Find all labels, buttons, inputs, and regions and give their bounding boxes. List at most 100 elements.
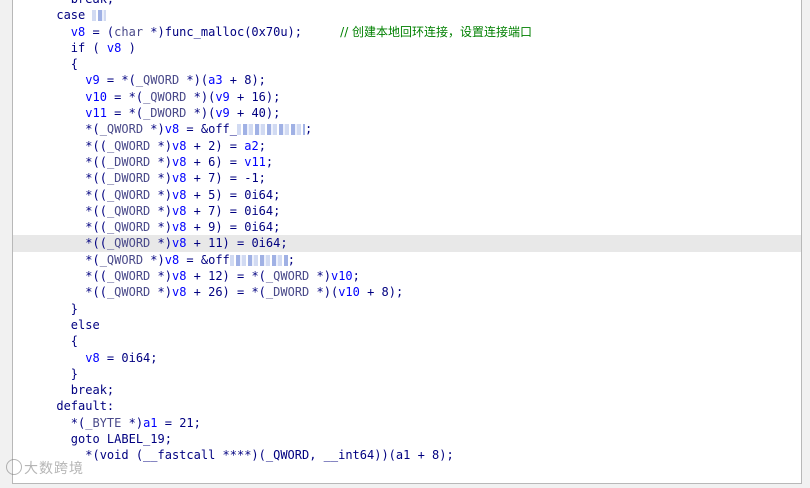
code-line[interactable]: default:: [13, 398, 801, 414]
pseudocode-view[interactable]: break; case v8 = (char *)func_malloc(0x7…: [12, 0, 802, 484]
code-variable: a2: [244, 138, 259, 153]
code-line[interactable]: *((_QWORD *)v8 + 2) = a2;: [13, 138, 801, 154]
code-token: {: [70, 57, 79, 72]
code-line[interactable]: v10 = *(_QWORD *)(v9 + 16);: [13, 89, 801, 105]
code-token: *((: [85, 154, 107, 169]
code-token: *(: [70, 415, 86, 430]
code-token: *((: [85, 203, 107, 218]
code-line[interactable]: *(_BYTE *)a1 = 21;: [13, 415, 801, 431]
code-token: _DWORD: [106, 154, 151, 169]
code-token: break;: [70, 383, 115, 398]
code-token: + 2) =: [186, 138, 245, 153]
code-line-highlighted[interactable]: *((_QWORD *)v8 + 11) = 0i64;: [13, 235, 801, 252]
code-line[interactable]: break;: [13, 0, 801, 7]
code-line[interactable]: v9 = *(_QWORD *)(a3 + 8);: [13, 72, 801, 88]
code-line[interactable]: v8 = 0i64;: [13, 350, 801, 366]
code-line[interactable]: *((_DWORD *)v8 + 7) = -1;: [13, 170, 801, 186]
code-variable: v9: [215, 89, 230, 104]
code-token: = *(: [99, 73, 136, 88]
code-variable: v8: [164, 122, 180, 137]
code-token: + 12) = *(: [186, 269, 266, 284]
code-line[interactable]: *((_QWORD *)v8 + 26) = *(_DWORD *)(v10 +…: [13, 284, 801, 300]
redacted-symbol: [229, 254, 288, 266]
code-line[interactable]: }: [13, 301, 801, 317]
code-token: *): [143, 122, 165, 137]
code-token: *): [150, 220, 172, 235]
code-token: = *(: [106, 106, 144, 121]
code-token: *((: [85, 220, 107, 235]
code-token: ;: [305, 122, 313, 137]
code-token: + 5) = 0i64;: [186, 187, 281, 202]
code-token: *): [150, 203, 172, 218]
code-token: _QWORD: [99, 252, 144, 267]
code-token: *): [150, 138, 172, 153]
code-variable: v8: [70, 24, 86, 39]
code-variable: v11: [244, 154, 266, 169]
code-token: _DWORD: [265, 285, 310, 300]
code-token: default:: [56, 399, 115, 414]
code-comment: // 创建本地回环连接，设置连接端口: [302, 24, 533, 39]
code-token: = &off_: [179, 122, 237, 137]
code-line[interactable]: *((_QWORD *)v8 + 9) = 0i64;: [13, 219, 801, 235]
screenshot-frame: break; case v8 = (char *)func_malloc(0x7…: [0, 0, 810, 488]
code-line[interactable]: {: [13, 333, 801, 349]
code-variable: v9: [215, 106, 230, 121]
code-token: _QWORD: [106, 203, 151, 218]
code-token: + 11) = 0i64;: [186, 236, 288, 251]
code-line[interactable]: break;: [13, 382, 801, 398]
code-token: _DWORD: [143, 106, 187, 121]
code-token: _QWORD: [106, 236, 151, 251]
code-line[interactable]: if ( v8 ): [13, 40, 801, 56]
code-token: = 0i64;: [99, 350, 158, 365]
code-token: _QWORD: [265, 269, 310, 284]
code-line[interactable]: v11 = *(_DWORD *)(v9 + 40);: [13, 105, 801, 121]
code-line[interactable]: *((_QWORD *)v8 + 7) = 0i64;: [13, 203, 801, 219]
code-token: *((: [85, 171, 107, 186]
code-listing: break; case v8 = (char *)func_malloc(0x7…: [13, 0, 801, 464]
code-token: *(: [85, 122, 100, 137]
code-line[interactable]: }: [13, 366, 801, 382]
code-token: + 16);: [229, 89, 281, 104]
code-token: ;: [352, 269, 360, 284]
code-variable: v8: [171, 187, 187, 202]
code-variable: v8: [171, 203, 187, 218]
code-line[interactable]: goto LABEL_19;: [13, 431, 801, 447]
code-line[interactable]: *((_DWORD *)v8 + 6) = v11;: [13, 154, 801, 170]
code-line[interactable]: v8 = (char *)func_malloc(0x70u); // 创建本地…: [13, 24, 801, 40]
code-line[interactable]: {: [13, 56, 801, 72]
code-line[interactable]: *(_QWORD *)v8 = &off;: [13, 252, 801, 268]
code-token: _QWORD: [143, 89, 187, 104]
code-token: *(: [85, 252, 100, 267]
code-line[interactable]: *((_QWORD *)v8 + 5) = 0i64;: [13, 187, 801, 203]
code-line[interactable]: else: [13, 317, 801, 333]
code-token: ): [121, 40, 136, 55]
code-variable: v8: [171, 171, 187, 186]
code-line[interactable]: *(_QWORD *)v8 = &off_;: [13, 121, 801, 137]
code-token: *): [150, 187, 172, 202]
code-token: = (: [85, 24, 115, 39]
code-line[interactable]: *((_QWORD *)v8 + 12) = *(_QWORD *)v10;: [13, 268, 801, 284]
code-token: _BYTE: [85, 415, 122, 430]
code-token: *): [143, 252, 165, 267]
code-line[interactable]: case: [13, 7, 801, 23]
code-line[interactable]: *(void (__fastcall ****)(_QWORD, __int64…: [13, 447, 801, 463]
